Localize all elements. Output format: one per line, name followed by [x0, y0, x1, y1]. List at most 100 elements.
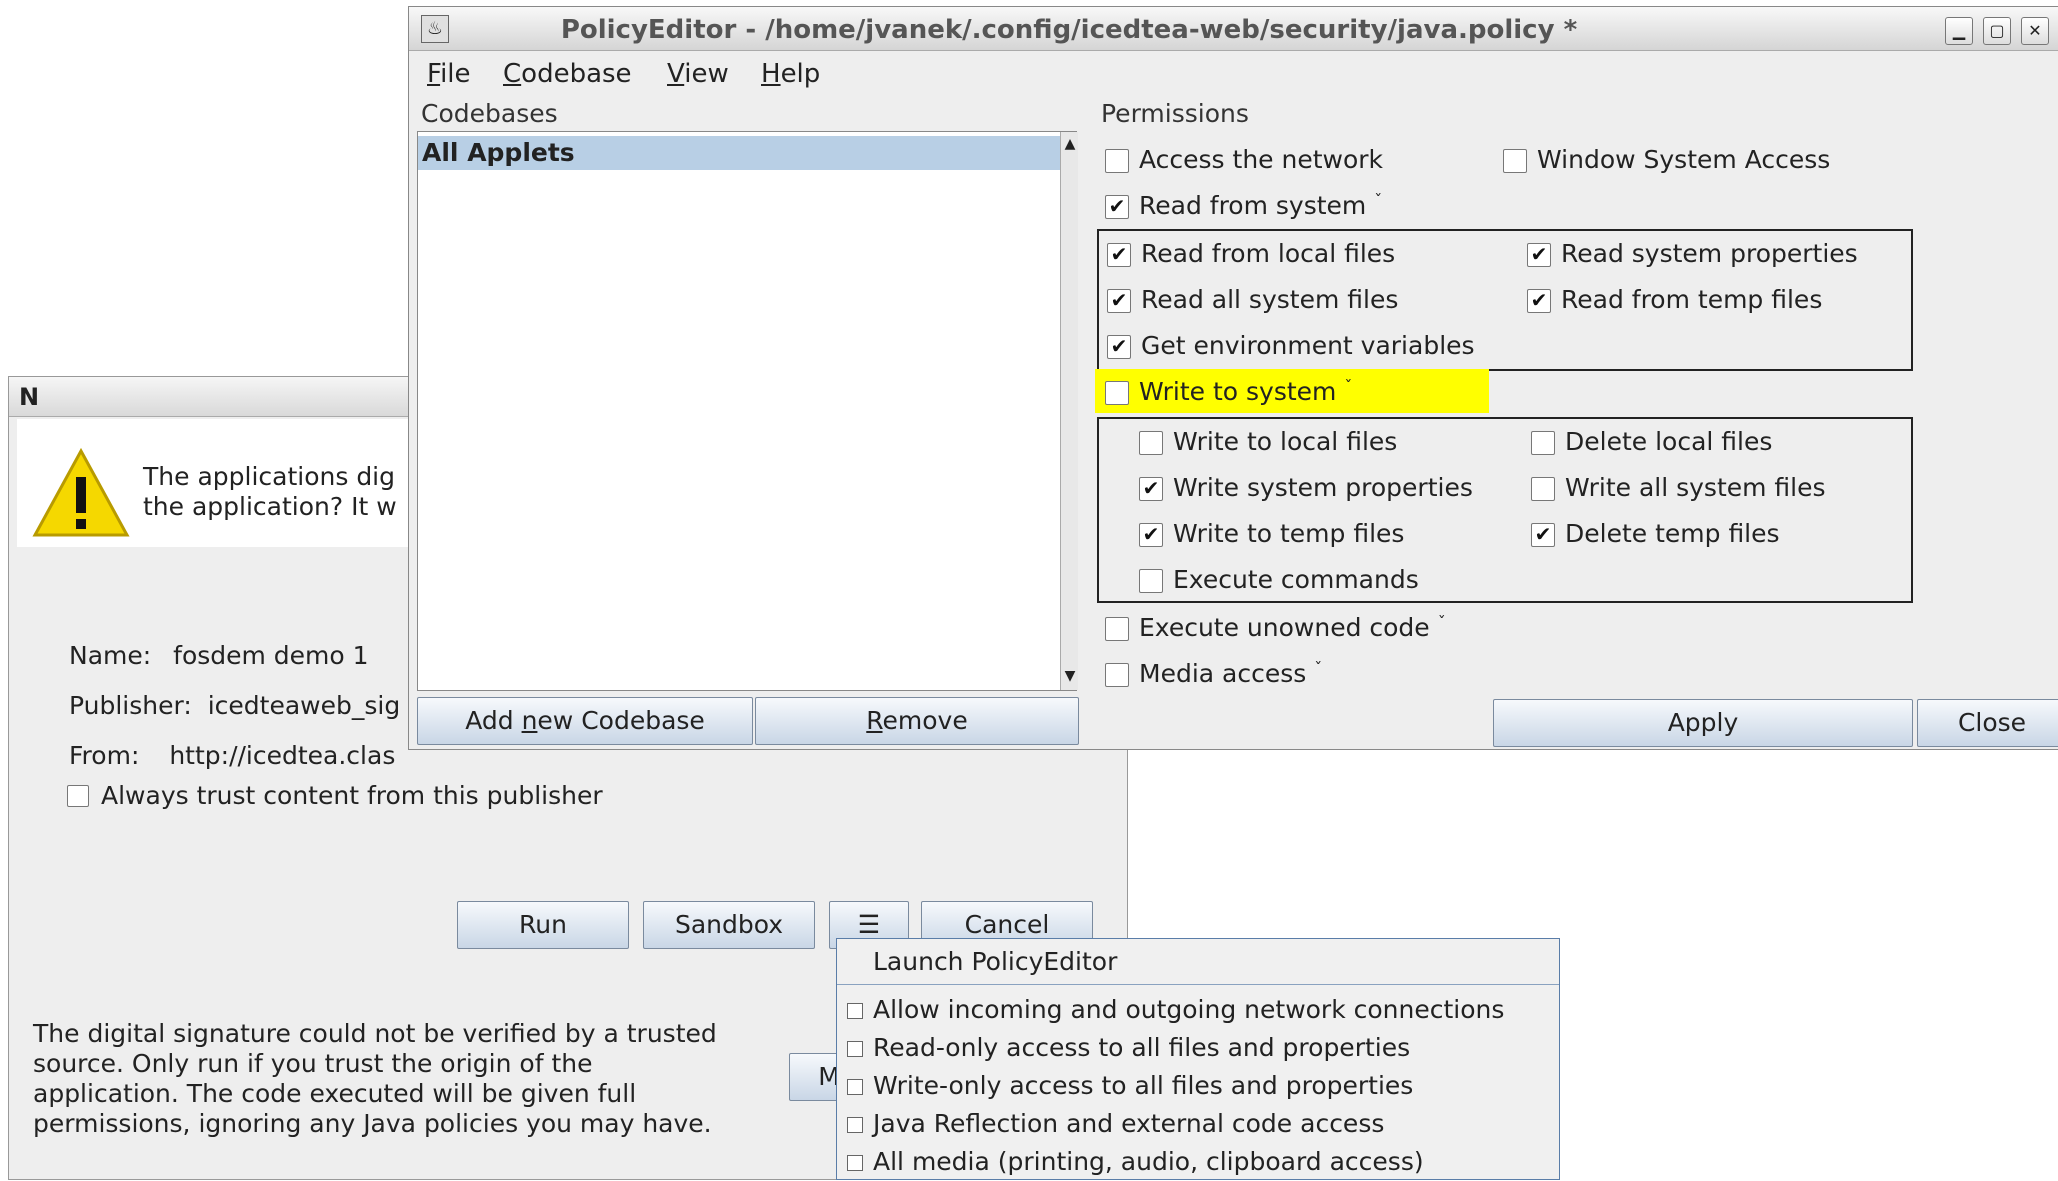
codebases-heading: Codebases: [421, 99, 558, 128]
run-button[interactable]: Run: [457, 901, 629, 949]
from-label: From:: [69, 741, 140, 770]
perm-label-text: Execute unowned code: [1139, 613, 1430, 642]
permissions-heading: Permissions: [1101, 99, 1249, 128]
close-window-icon[interactable]: ✕: [2021, 17, 2049, 45]
perm-label: Write to system ˇ: [1139, 377, 1352, 406]
perm-label: Write system properties: [1173, 473, 1473, 502]
button-text: emove: [882, 706, 968, 735]
popup-item-label: Read-only access to all files and proper…: [873, 1033, 1411, 1062]
expand-caret-icon[interactable]: ˇ: [1374, 191, 1382, 210]
perm-label-text: Write to system: [1139, 377, 1337, 406]
maximize-icon[interactable]: ▢: [1983, 17, 2011, 45]
scroll-down-icon[interactable]: ▼: [1061, 664, 1079, 688]
menu-label: iew: [684, 59, 729, 89]
perm-label: Access the network: [1139, 145, 1384, 174]
menu-bar: File Codebase View Help: [409, 51, 2058, 95]
button-accel: n: [521, 706, 538, 735]
perm-checkbox[interactable]: ✔: [1139, 523, 1163, 547]
popup-item-network[interactable]: Allow incoming and outgoing network conn…: [847, 991, 1504, 1029]
checkbox-icon: [847, 1003, 863, 1019]
popup-item-all-media[interactable]: All media (printing, audio, clipboard ac…: [847, 1143, 1424, 1181]
perm-checkbox[interactable]: [1105, 617, 1129, 641]
publisher-label: Publisher:: [69, 691, 192, 720]
name-value: fosdem demo 1: [173, 641, 369, 670]
scroll-up-icon[interactable]: ▲: [1061, 132, 1079, 156]
button-text: Add: [465, 706, 522, 735]
always-trust-label: Always trust content from this publisher: [101, 781, 603, 810]
expand-caret-icon[interactable]: ˇ: [1438, 613, 1446, 632]
perm-checkbox[interactable]: ✔: [1527, 289, 1551, 313]
codebase-list[interactable]: All Applets ▲ ▼: [417, 131, 1078, 691]
button-text: ew Codebase: [537, 706, 705, 735]
perm-checkbox[interactable]: [1139, 431, 1163, 455]
perm-label: Read system properties: [1561, 239, 1858, 268]
checkbox-icon: [847, 1079, 863, 1095]
add-new-codebase-button[interactable]: Add new Codebase: [417, 697, 753, 745]
popup-item-label: Write-only access to all files and prope…: [873, 1071, 1414, 1100]
perm-label: Get environment variables: [1141, 331, 1475, 360]
perm-checkbox[interactable]: [1105, 149, 1129, 173]
perm-label: Delete temp files: [1565, 519, 1780, 548]
perm-checkbox[interactable]: [1105, 381, 1129, 405]
popup-item-read-only[interactable]: Read-only access to all files and proper…: [847, 1029, 1410, 1067]
perm-label-text: Read from system: [1139, 191, 1367, 220]
menu-codebase[interactable]: Codebase: [503, 59, 632, 89]
from-value: http://icedtea.clas: [169, 741, 396, 770]
perm-label: Execute unowned code ˇ: [1139, 613, 1446, 642]
name-label: Name:: [69, 641, 152, 670]
perm-label: Read from local files: [1141, 239, 1396, 268]
dialog-message-line: The applications dig: [143, 462, 396, 491]
apply-button[interactable]: Apply: [1493, 699, 1913, 747]
menu-accel: H: [761, 59, 781, 89]
launch-policy-editor-item[interactable]: Launch PolicyEditor: [837, 939, 1559, 985]
menu-help[interactable]: Help: [761, 59, 820, 89]
sandbox-button[interactable]: Sandbox: [643, 901, 815, 949]
menu-file[interactable]: File: [427, 59, 471, 89]
popup-item-write-only[interactable]: Write-only access to all files and prope…: [847, 1067, 1413, 1105]
policy-editor-titlebar[interactable]: ♨ PolicyEditor - /home/jvanek/.config/ic…: [409, 7, 2058, 51]
perm-label: Delete local files: [1565, 427, 1773, 456]
perm-checkbox[interactable]: ✔: [1107, 243, 1131, 267]
menu-label: ile: [440, 59, 471, 89]
expand-caret-icon[interactable]: ˇ: [1314, 659, 1322, 678]
signature-warning-line: The digital signature could not be verif…: [33, 1019, 717, 1048]
button-accel: R: [866, 706, 883, 735]
perm-checkbox[interactable]: ✔: [1105, 195, 1129, 219]
menu-label: odebase: [521, 59, 632, 89]
perm-label: Execute commands: [1173, 565, 1419, 594]
menu-accel: V: [667, 59, 685, 89]
expand-caret-icon[interactable]: ˇ: [1344, 377, 1352, 396]
perm-checkbox[interactable]: ✔: [1107, 335, 1131, 359]
remove-codebase-button[interactable]: Remove: [755, 697, 1079, 745]
perm-checkbox[interactable]: ✔: [1139, 477, 1163, 501]
perm-checkbox[interactable]: ✔: [1527, 243, 1551, 267]
from-row: From: http://icedtea.clas: [69, 741, 395, 770]
signature-warning-line: application. The code executed will be g…: [33, 1079, 637, 1108]
perm-checkbox[interactable]: [1503, 149, 1527, 173]
perm-checkbox[interactable]: [1139, 569, 1163, 593]
codebase-item-all-applets[interactable]: All Applets: [418, 136, 1060, 170]
perm-checkbox[interactable]: ✔: [1107, 289, 1131, 313]
popup-item-label: Allow incoming and outgoing network conn…: [873, 995, 1505, 1024]
policy-editor-window: ♨ PolicyEditor - /home/jvanek/.config/ic…: [408, 6, 2058, 750]
perm-label: Read from temp files: [1561, 285, 1823, 314]
perm-label: Read all system files: [1141, 285, 1399, 314]
perm-checkbox[interactable]: [1531, 477, 1555, 501]
codebase-scrollbar[interactable]: ▲ ▼: [1060, 132, 1078, 690]
publisher-value: icedteaweb_sig: [207, 691, 401, 720]
checkbox-icon: [847, 1155, 863, 1171]
checkbox-icon: [847, 1117, 863, 1133]
menu-accel: F: [427, 59, 441, 89]
perm-checkbox[interactable]: [1105, 663, 1129, 687]
perm-label: Write all system files: [1565, 473, 1826, 502]
perm-checkbox[interactable]: [1531, 431, 1555, 455]
popup-item-reflection[interactable]: Java Reflection and external code access: [847, 1105, 1384, 1143]
close-button[interactable]: Close: [1917, 699, 2058, 747]
menu-view[interactable]: View: [667, 59, 729, 89]
dialog-message: The applications dig the application? It…: [143, 462, 397, 522]
perm-label: Write to local files: [1173, 427, 1398, 456]
minimize-icon[interactable]: ▁: [1945, 17, 1973, 45]
menu-label: elp: [780, 59, 821, 89]
perm-checkbox[interactable]: ✔: [1531, 523, 1555, 547]
always-trust-box[interactable]: [67, 785, 89, 807]
